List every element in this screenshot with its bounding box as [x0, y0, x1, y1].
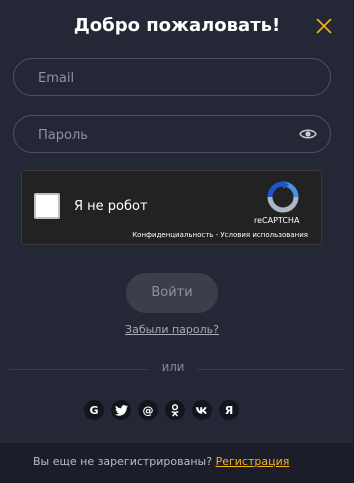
- password-field-wrapper: [13, 115, 331, 154]
- email-input[interactable]: [36, 59, 290, 97]
- captcha-label: Я не робот: [74, 199, 148, 214]
- twitter-icon[interactable]: [111, 400, 131, 420]
- email-field-wrapper: [13, 58, 331, 97]
- footer-text-row: Вы еще не зарегистрированы? Регистрация: [33, 455, 289, 468]
- login-button[interactable]: Войти: [126, 273, 218, 313]
- privacy-link[interactable]: Конфиденциальность: [132, 231, 213, 239]
- google-icon[interactable]: G: [84, 400, 104, 420]
- terms-link[interactable]: Условия использования: [220, 231, 308, 239]
- login-modal: Добро пожаловать! Я не робот reCAPTCHA К…: [0, 0, 354, 483]
- eye-icon[interactable]: [299, 126, 317, 142]
- modal-title: Добро пожаловать!: [73, 15, 281, 36]
- password-input[interactable]: [36, 116, 290, 154]
- close-icon[interactable]: [314, 16, 334, 36]
- recaptcha-widget: Я не робот reCAPTCHA Конфиденциальность …: [21, 170, 322, 245]
- vk-icon[interactable]: [192, 400, 212, 420]
- yandex-icon[interactable]: Я: [219, 400, 239, 420]
- social-login-row: G @ Я: [84, 400, 239, 420]
- recaptcha-brand: reCAPTCHA: [254, 216, 300, 225]
- forgot-password-link[interactable]: Забыли пароль?: [0, 323, 344, 336]
- footer-prompt: Вы еще не зарегистрированы?: [33, 455, 213, 468]
- odnoklassniki-icon[interactable]: [165, 400, 185, 420]
- captcha-checkbox[interactable]: [34, 193, 60, 219]
- or-label: ИЛИ: [148, 362, 198, 376]
- register-link[interactable]: Регистрация: [216, 455, 290, 468]
- footer: Вы еще не зарегистрированы? Регистрация: [0, 443, 354, 483]
- recaptcha-logo-icon: [267, 180, 299, 213]
- mailru-icon[interactable]: @: [138, 400, 158, 420]
- recaptcha-links: Конфиденциальность - Условия использован…: [132, 231, 308, 239]
